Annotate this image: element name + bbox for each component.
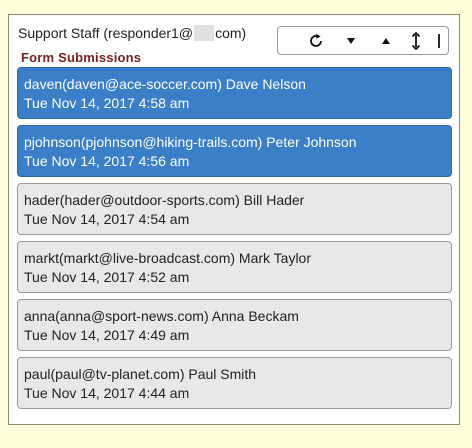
submission-item-1[interactable]: pjohnson(pjohnson@hiking-trails.com) Pet…	[17, 125, 452, 177]
submission-date: Tue Nov 14, 2017 4:52 am	[24, 269, 190, 285]
submission-date: Tue Nov 14, 2017 4:49 am	[24, 327, 190, 343]
move-up-button[interactable]	[376, 30, 396, 52]
submission-title: daven(daven@ace-soccer.com) Dave Nelson	[24, 76, 306, 92]
submission-list: daven(daven@ace-soccer.com) Dave Nelson …	[17, 67, 452, 415]
submission-date: Tue Nov 14, 2017 4:44 am	[24, 385, 190, 401]
submission-title: markt(markt@live-broadcast.com) Mark Tay…	[24, 250, 312, 266]
move-down-button[interactable]	[341, 30, 361, 52]
submission-title: paul(paul@tv-planet.com) Paul Smith	[24, 366, 257, 382]
collapse-line-icon	[438, 34, 440, 48]
submission-date: Tue Nov 14, 2017 4:58 am	[24, 95, 190, 111]
submission-title: anna(anna@sport-news.com) Anna Beckam	[24, 308, 299, 324]
submission-item-4[interactable]: anna(anna@sport-news.com) Anna Beckam Tu…	[17, 299, 452, 351]
submission-item-0[interactable]: daven(daven@ace-soccer.com) Dave Nelson …	[17, 67, 452, 119]
user-label-suffix: com)	[215, 25, 247, 41]
refresh-icon	[310, 33, 322, 47]
submission-date: Tue Nov 14, 2017 4:54 am	[24, 211, 190, 227]
arrow-up-icon	[382, 38, 390, 44]
expand-vertical-icon	[411, 32, 421, 50]
toolbar	[277, 26, 449, 55]
section-title: Form Submissions	[21, 50, 142, 65]
collapse-button[interactable]	[429, 30, 449, 52]
user-label: Support Staff (responder1@ com)	[18, 25, 246, 41]
user-label-prefix: Support Staff (responder1@	[18, 25, 194, 41]
refresh-button[interactable]	[306, 30, 326, 52]
submission-title: pjohnson(pjohnson@hiking-trails.com) Pet…	[24, 134, 357, 150]
submission-item-5[interactable]: paul(paul@tv-planet.com) Paul Smith Tue …	[17, 357, 452, 409]
submission-item-2[interactable]: hader(hader@outdoor-sports.com) Bill Had…	[17, 183, 452, 235]
submission-title: hader(hader@outdoor-sports.com) Bill Had…	[24, 192, 305, 208]
expand-button[interactable]	[406, 30, 426, 52]
submission-date: Tue Nov 14, 2017 4:56 am	[24, 153, 190, 169]
submission-item-3[interactable]: markt(markt@live-broadcast.com) Mark Tay…	[17, 241, 452, 293]
arrow-down-icon	[347, 38, 355, 44]
redacted-block	[194, 25, 215, 41]
